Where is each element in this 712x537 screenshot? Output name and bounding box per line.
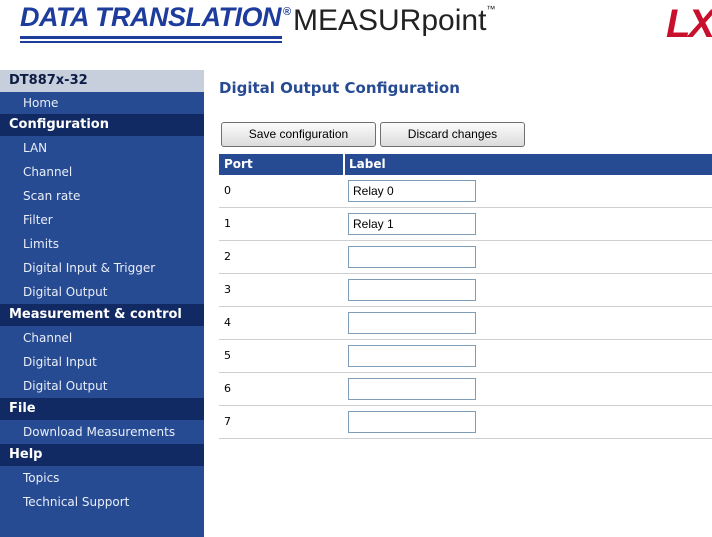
sidebar-item-digital-input-trigger[interactable]: Digital Input & Trigger [0,256,204,280]
sidebar-item-filter[interactable]: Filter [0,208,204,232]
port-number: 4 [224,316,231,329]
logo-underline-thin [20,41,282,43]
column-header-label: Label [349,157,386,171]
port-number: 2 [224,250,231,263]
brand-name: DATA TRANSLATION [20,2,281,32]
sidebar-item-home[interactable]: Home [0,92,204,114]
datatranslation-logo: DATA TRANSLATION ® [20,2,291,33]
port-number: 7 [224,415,231,428]
sidebar-item-mc-digital-output[interactable]: Digital Output [0,374,204,398]
page-title: Digital Output Configuration [219,79,460,97]
sidebar-item-lan[interactable]: LAN [0,136,204,160]
sidebar-section-configuration: Configuration [0,114,204,136]
table-row: 6 [219,373,712,406]
sidebar-section-file: File [0,398,204,420]
label-input-port-2[interactable] [348,246,476,268]
sidebar-item-scan-rate[interactable]: Scan rate [0,184,204,208]
sidebar-section-measurement-control: Measurement & control [0,304,204,326]
sidebar-item-download-measurements[interactable]: Download Measurements [0,420,204,444]
column-header-port: Port [224,157,253,171]
sidebar-item-topics[interactable]: Topics [0,466,204,490]
port-number: 5 [224,349,231,362]
trademark-mark: ™ [486,4,496,14]
label-input-port-5[interactable] [348,345,476,367]
column-separator [343,154,345,175]
label-input-port-6[interactable] [348,378,476,400]
sidebar-item-mc-channel[interactable]: Channel [0,326,204,350]
port-number: 1 [224,217,231,230]
save-configuration-button[interactable]: Save configuration [221,122,376,147]
sidebar-item-technical-support[interactable]: Technical Support [0,490,204,514]
table-row: 7 [219,406,712,439]
product-name: MEASURpoint [293,4,487,37]
port-number: 6 [224,382,231,395]
sidebar-item-digital-output[interactable]: Digital Output [0,280,204,304]
sidebar-item-limits[interactable]: Limits [0,232,204,256]
measurpoint-logo: MEASURpoint™ [293,4,495,38]
label-input-port-4[interactable] [348,312,476,334]
page-header: DATA TRANSLATION® MEASURpoint™ LXI [0,0,712,62]
discard-changes-button[interactable]: Discard changes [380,122,525,147]
sidebar-item-mc-digital-input[interactable]: Digital Input [0,350,204,374]
label-input-port-1[interactable] [348,213,476,235]
table-row: 5 [219,340,712,373]
port-number: 3 [224,283,231,296]
sidebar-section-help: Help [0,444,204,466]
table-row: 1 [219,208,712,241]
lxi-logo: LXI [666,2,712,46]
table-row: 0 [219,175,712,208]
port-number: 0 [224,184,231,197]
table-row: 2 [219,241,712,274]
table-row: 4 [219,307,712,340]
sidebar: DT887x-32 Home Configuration LAN Channel… [0,70,204,537]
digital-output-table: Port Label 0 1 2 3 4 5 6 [219,154,712,439]
logo-underline [20,36,282,39]
label-input-port-3[interactable] [348,279,476,301]
registered-mark: ® [282,6,291,18]
table-row: 3 [219,274,712,307]
table-header: Port Label [219,154,712,175]
label-input-port-7[interactable] [348,411,476,433]
sidebar-device-title: DT887x-32 [0,70,204,92]
sidebar-item-channel[interactable]: Channel [0,160,204,184]
label-input-port-0[interactable] [348,180,476,202]
